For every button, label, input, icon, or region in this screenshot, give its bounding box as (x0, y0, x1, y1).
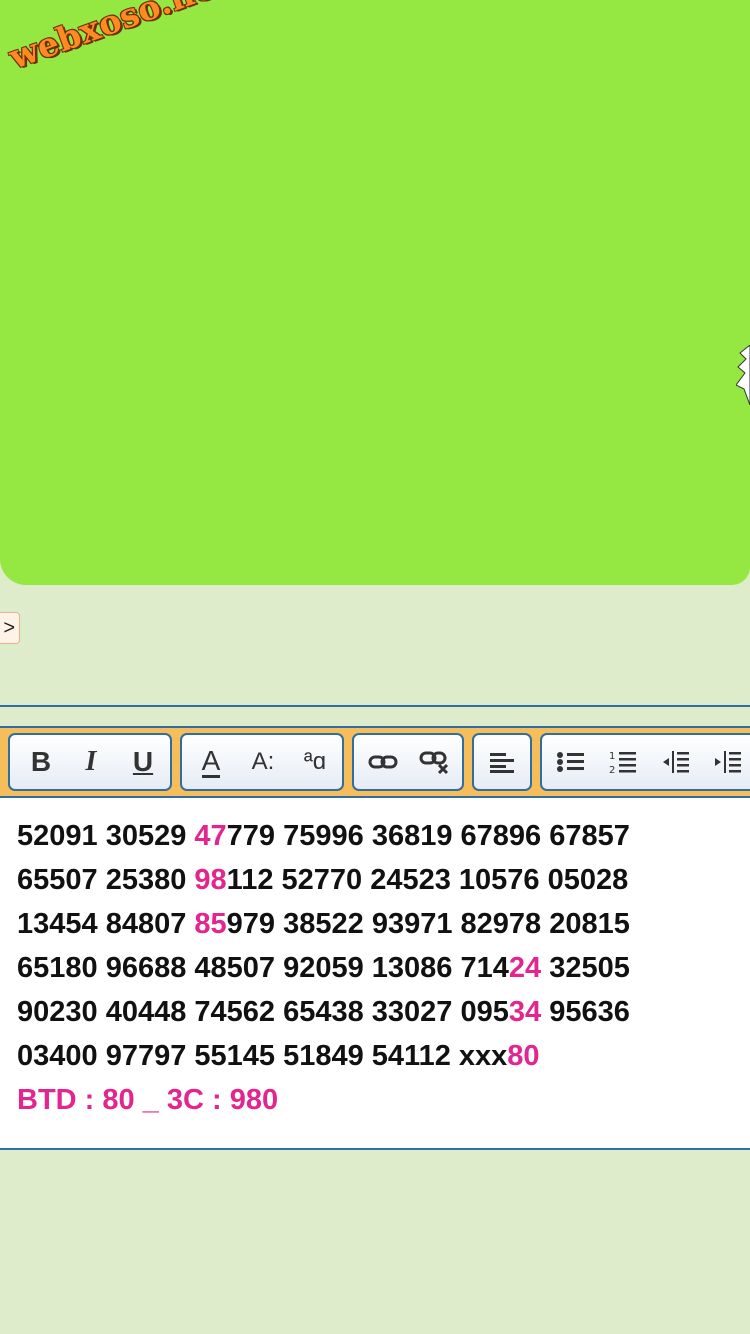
editor-line: 03400 97797 55145 51849 54112 xxx80 (17, 1034, 740, 1078)
font-size-button[interactable]: A: (238, 735, 288, 789)
divider-line (0, 705, 750, 707)
link-icon (368, 755, 398, 769)
editor-area[interactable]: 52091 30529 47779 75996 36819 67896 6785… (0, 798, 750, 1150)
highlighted-number: BTD : 80 _ 3C : 980 (17, 1084, 279, 1116)
italic-label: I (85, 746, 97, 777)
editor-toolbar: B I U A A: ªɑ 1 2 (0, 728, 750, 798)
number-text: 65180 96688 48507 92059 13086 714 (17, 952, 509, 984)
align-left-button[interactable] (477, 735, 527, 789)
number-text: 779 75996 36819 67896 67857 (226, 820, 630, 852)
number-text: 65507 25380 (17, 864, 195, 896)
indent-icon (715, 751, 741, 773)
editor-line: 13454 84807 85979 38522 93971 82978 2081… (17, 902, 740, 946)
toolbar-top-border (0, 726, 750, 728)
number-text: 52091 30529 (17, 820, 195, 852)
number-text: 32505 (541, 952, 630, 984)
highlighted-number: 47 (194, 820, 227, 852)
indent-button[interactable] (702, 735, 750, 789)
watermark-logo: webxoso.net (4, 0, 235, 77)
font-size-icon: A: (251, 748, 275, 775)
bullet-list-button[interactable] (546, 735, 596, 789)
outdent-icon (663, 751, 689, 773)
number-text: 979 38522 93971 82978 20815 (226, 908, 630, 940)
number-text: 03400 97797 55145 51849 54112 xxx (17, 1040, 508, 1072)
bullet-list-icon (557, 752, 584, 772)
editor-line: 90230 40448 74562 65438 33027 09534 9563… (17, 990, 740, 1034)
numbered-list-button[interactable]: 1 2 (598, 735, 648, 789)
svg-text:2: 2 (609, 765, 615, 775)
align-group (472, 733, 532, 791)
font-color-icon: A (201, 744, 221, 778)
bold-label: B (30, 746, 52, 777)
link-group (352, 733, 464, 791)
underline-label: U (132, 746, 154, 777)
outdent-button[interactable] (650, 735, 700, 789)
highlighted-number: 85 (194, 908, 227, 940)
editor-line: 65507 25380 98112 52770 24523 10576 0502… (17, 858, 740, 902)
number-text: 112 52770 24523 10576 05028 (226, 864, 629, 896)
text-style-group: B I U (8, 733, 172, 791)
bold-button[interactable]: B (16, 735, 66, 789)
font-color-button[interactable]: A (186, 735, 236, 789)
next-arrow-button[interactable]: > (0, 612, 20, 644)
numbered-list-icon: 1 2 (609, 751, 636, 775)
font-case-icon: ªɑ (303, 748, 327, 775)
number-text: 13454 84807 (17, 908, 195, 940)
green-banner: webxoso.net (0, 0, 750, 585)
font-group: A A: ªɑ (180, 733, 344, 791)
font-case-button[interactable]: ªɑ (290, 735, 340, 789)
number-text: 95636 (541, 996, 630, 1028)
italic-button[interactable]: I (66, 735, 116, 789)
remove-link-button[interactable] (410, 735, 460, 789)
highlighted-number: 34 (508, 996, 542, 1028)
align-left-icon (490, 753, 514, 773)
insert-link-button[interactable] (358, 735, 408, 789)
unlink-icon (419, 751, 449, 775)
underline-button[interactable]: U (118, 735, 168, 789)
editor-line: BTD : 80 _ 3C : 980 (17, 1078, 740, 1122)
highlighted-number: 98 (194, 864, 227, 896)
edge-decoration-icon (736, 345, 750, 405)
editor-line: 65180 96688 48507 92059 13086 71424 3250… (17, 946, 740, 990)
highlighted-number: 24 (508, 952, 542, 984)
editor-line: 52091 30529 47779 75996 36819 67896 6785… (17, 814, 740, 858)
list-group: 1 2 (540, 733, 750, 791)
highlighted-number: 80 (507, 1040, 540, 1072)
editor-content: 52091 30529 47779 75996 36819 67896 6785… (17, 814, 740, 1122)
number-text: 90230 40448 74562 65438 33027 095 (17, 996, 509, 1028)
svg-text:1: 1 (609, 751, 615, 762)
